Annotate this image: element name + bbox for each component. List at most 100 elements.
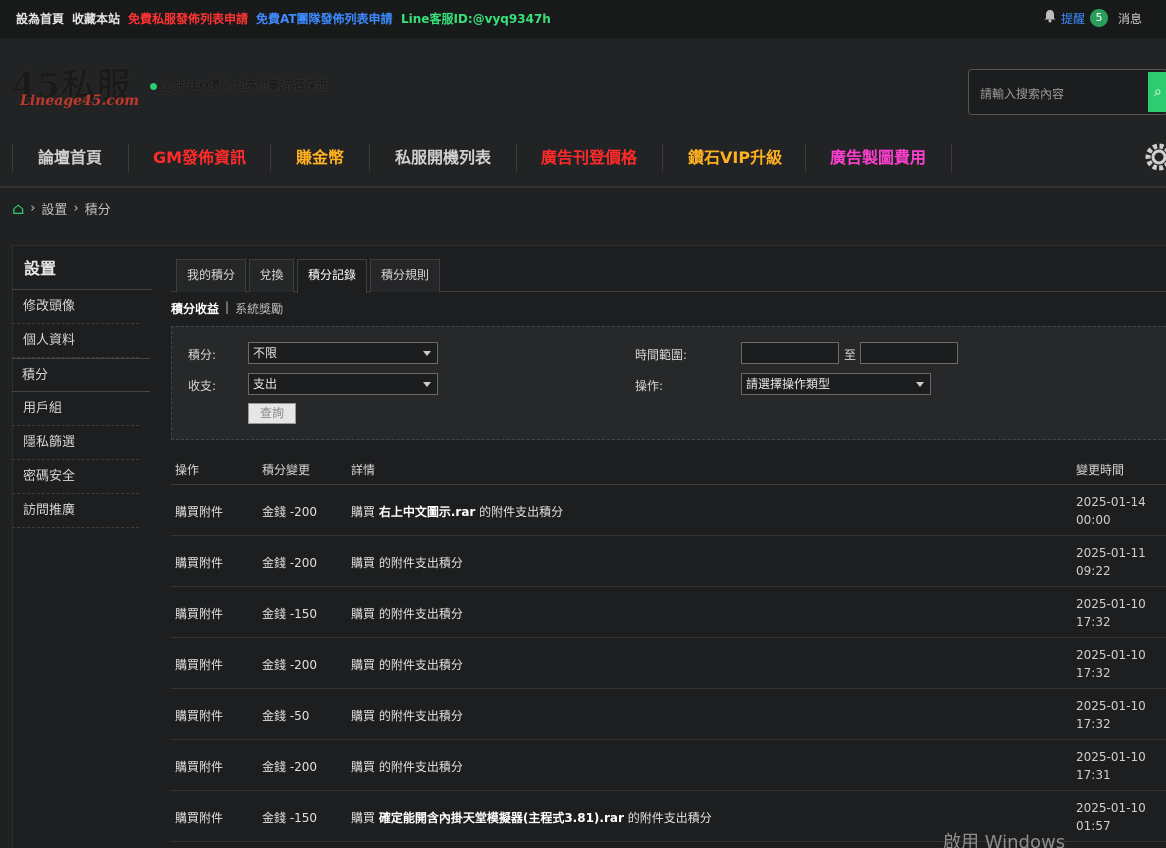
table-row: 購買附件 金錢 -200 購買 的附件支出積分 2025-01-11 09:22 <box>171 536 1166 587</box>
search-box[interactable]: 請輸入搜索內容 ⌕ <box>968 69 1166 115</box>
sidebar-item-profile[interactable]: 個人資料 <box>12 324 139 358</box>
row-operation: 購買附件 <box>175 709 224 723</box>
sidebar-item-credits[interactable]: 積分 <box>12 358 150 392</box>
row-detail: 購買 右上中文圖示.rar 的附件支出積分 <box>351 505 564 519</box>
breadcrumb-settings[interactable]: 設置 <box>41 199 67 218</box>
row-detail: 購買 的附件支出積分 <box>351 658 463 672</box>
line-contact: Line客服ID:@vyq9347h <box>401 12 551 26</box>
home-icon[interactable]: ⌂ <box>12 199 24 218</box>
table-row: 購買附件 金錢 -200 購買 的附件支出積分 2025-01-10 17:31 <box>171 740 1166 791</box>
search-input[interactable]: 請輸入搜索內容 <box>980 85 1064 102</box>
attachment-link[interactable]: 右上中文圖示.rar <box>379 505 476 519</box>
sidebar-item-password[interactable]: 密碼安全 <box>12 460 139 494</box>
nav-item-vip-upgrade[interactable]: 鑽石VIP升級 <box>688 144 782 172</box>
row-operation: 購買附件 <box>175 658 224 672</box>
time-range-label: 時間範圍: <box>635 348 688 362</box>
sidebar-title: 設置 <box>12 252 152 290</box>
row-time: 2025-01-10 17:32 <box>1076 648 1146 680</box>
free-private-list-link[interactable]: 免費私服發佈列表申請 <box>128 10 248 27</box>
row-detail: 購買 的附件支出積分 <box>351 607 463 621</box>
time-to-label: 至 <box>844 348 857 362</box>
attachment-link[interactable]: 確定能開含內掛天堂模擬器(主程式3.81).rar <box>379 811 624 825</box>
breadcrumb: ⌂ › 設置 › 積分 <box>12 198 111 218</box>
row-time: 2025-01-10 17:32 <box>1076 699 1146 731</box>
operation-select[interactable]: 請選擇操作類型 <box>741 373 931 395</box>
remind-link[interactable]: 提醒 <box>1061 10 1085 27</box>
site-header: 45私服 Lineage45.com 全站SEO優化,超高流量,品質保證 請輸入… <box>0 38 1166 138</box>
nav-item-forum-home[interactable]: 論壇首頁 <box>38 144 102 172</box>
col-time: 變更時間 <box>1076 463 1125 477</box>
tab-my-credits[interactable]: 我的積分 <box>176 259 246 292</box>
row-change: 金錢 -200 <box>262 658 318 672</box>
time-end-input[interactable] <box>860 342 958 364</box>
credit-subtabs: 積分收益 | 系統獎勵 <box>171 300 283 317</box>
row-change: 金錢 -200 <box>262 556 318 570</box>
row-change: 金錢 -150 <box>262 607 318 621</box>
sidebar-item-privacy[interactable]: 隱私篩選 <box>12 426 139 460</box>
chevron-down-icon <box>916 382 924 387</box>
row-change: 金錢 -50 <box>262 709 310 723</box>
credit-type-select[interactable]: 不限 <box>248 342 438 364</box>
row-operation: 購買附件 <box>175 607 224 621</box>
query-button[interactable]: 查詢 <box>248 403 296 424</box>
sidebar-item-avatar[interactable]: 修改頭像 <box>12 290 139 324</box>
settings-sidebar: 設置 修改頭像 個人資料 積分 用戶組 隱私篩選 密碼安全 訪問推廣 <box>12 252 152 528</box>
site-slogan: 全站SEO優化,超高流量,品質保證 <box>162 79 328 92</box>
windows-activation-watermark: 啟用 Windows <box>943 832 1066 848</box>
top-bar: 設為首頁 收藏本站 免費私服發佈列表申請 免費AT團隊發佈列表申請 Line客服… <box>0 0 1166 38</box>
row-time: 2025-01-10 01:57 <box>1076 801 1146 833</box>
tab-credit-rules[interactable]: 積分規則 <box>370 259 440 292</box>
col-operation: 操作 <box>175 463 200 477</box>
remind-count-badge: 5 <box>1090 9 1108 27</box>
table-row: 購買附件 金錢 -200 購買 的附件支出積分 2025-01-10 17:32 <box>171 638 1166 689</box>
col-detail: 詳情 <box>351 463 376 477</box>
row-operation: 購買附件 <box>175 811 224 825</box>
row-detail: 購買 的附件支出積分 <box>351 709 463 723</box>
tab-credit-log[interactable]: 積分記錄 <box>297 259 367 293</box>
subtab-income[interactable]: 積分收益 <box>171 300 219 317</box>
row-time: 2025-01-11 09:22 <box>1076 546 1146 578</box>
credit-log-table: 操作 積分變更 詳情 變更時間 購買附件 金錢 -200 購買 右上中文圖示.rar… <box>171 452 1166 842</box>
row-time: 2025-01-10 17:31 <box>1076 750 1146 782</box>
search-icon[interactable]: ⌕ <box>1148 72 1166 112</box>
inout-label: 收支: <box>188 379 217 393</box>
main-nav: 論壇首頁 GM發佈資訊 賺金幣 私服開機列表 廣告刊登價格 鑽石VIP升級 廣告… <box>0 138 1166 188</box>
messages-link[interactable]: 消息 <box>1118 10 1142 27</box>
table-row: 購買附件 金錢 -150 購買 的附件支出積分 2025-01-10 17:32 <box>171 587 1166 638</box>
credit-type-label: 積分: <box>188 348 217 362</box>
row-change: 金錢 -200 <box>262 505 318 519</box>
set-home-link[interactable]: 設為首頁 <box>16 10 64 27</box>
tab-exchange[interactable]: 兌換 <box>249 259 294 292</box>
subtab-system-reward[interactable]: 系統獎勵 <box>235 300 283 317</box>
row-time: 2025-01-14 00:00 <box>1076 495 1146 527</box>
row-time: 2025-01-10 17:32 <box>1076 597 1146 629</box>
sidebar-item-promotion[interactable]: 訪問推廣 <box>12 494 139 528</box>
free-at-list-link[interactable]: 免費AT團隊發佈列表申請 <box>256 10 393 27</box>
inout-select[interactable]: 支出 <box>248 373 438 395</box>
chevron-down-icon <box>423 351 431 356</box>
slogan-dot-icon <box>150 83 157 90</box>
table-row: 購買附件 金錢 -50 購買 的附件支出積分 2025-01-10 17:32 <box>171 689 1166 740</box>
nav-item-ad-design[interactable]: 廣告製圖費用 <box>830 144 926 172</box>
time-start-input[interactable] <box>741 342 839 364</box>
row-operation: 購買附件 <box>175 505 224 519</box>
bookmark-link[interactable]: 收藏本站 <box>72 10 120 27</box>
sidebar-item-usergroup[interactable]: 用戶組 <box>12 392 139 426</box>
row-detail: 購買 的附件支出積分 <box>351 760 463 774</box>
bell-icon[interactable] <box>1043 9 1057 23</box>
table-row: 購買附件 金錢 -200 購買 右上中文圖示.rar 的附件支出積分 2025-01-… <box>171 485 1166 536</box>
nav-item-gm-info[interactable]: GM發佈資訊 <box>153 144 246 172</box>
row-change: 金錢 -200 <box>262 760 318 774</box>
nav-item-server-list[interactable]: 私服開機列表 <box>395 144 491 172</box>
site-logo-subtitle: Lineage45.com <box>20 93 140 109</box>
gear-icon[interactable] <box>1142 140 1166 174</box>
row-operation: 購買附件 <box>175 760 224 774</box>
nav-item-earn-gold[interactable]: 賺金幣 <box>296 144 344 172</box>
breadcrumb-credits: 積分 <box>84 202 111 218</box>
nav-item-ad-price[interactable]: 廣告刊登價格 <box>541 144 637 172</box>
chevron-down-icon <box>423 382 431 387</box>
filter-box: 積分: 不限 收支: 支出 時間範圍: 至 操作: 請選擇操作類型 查詢 <box>171 326 1166 440</box>
subtab-separator: | <box>225 300 230 314</box>
row-change: 金錢 -150 <box>262 811 318 825</box>
operation-label: 操作: <box>635 379 664 393</box>
